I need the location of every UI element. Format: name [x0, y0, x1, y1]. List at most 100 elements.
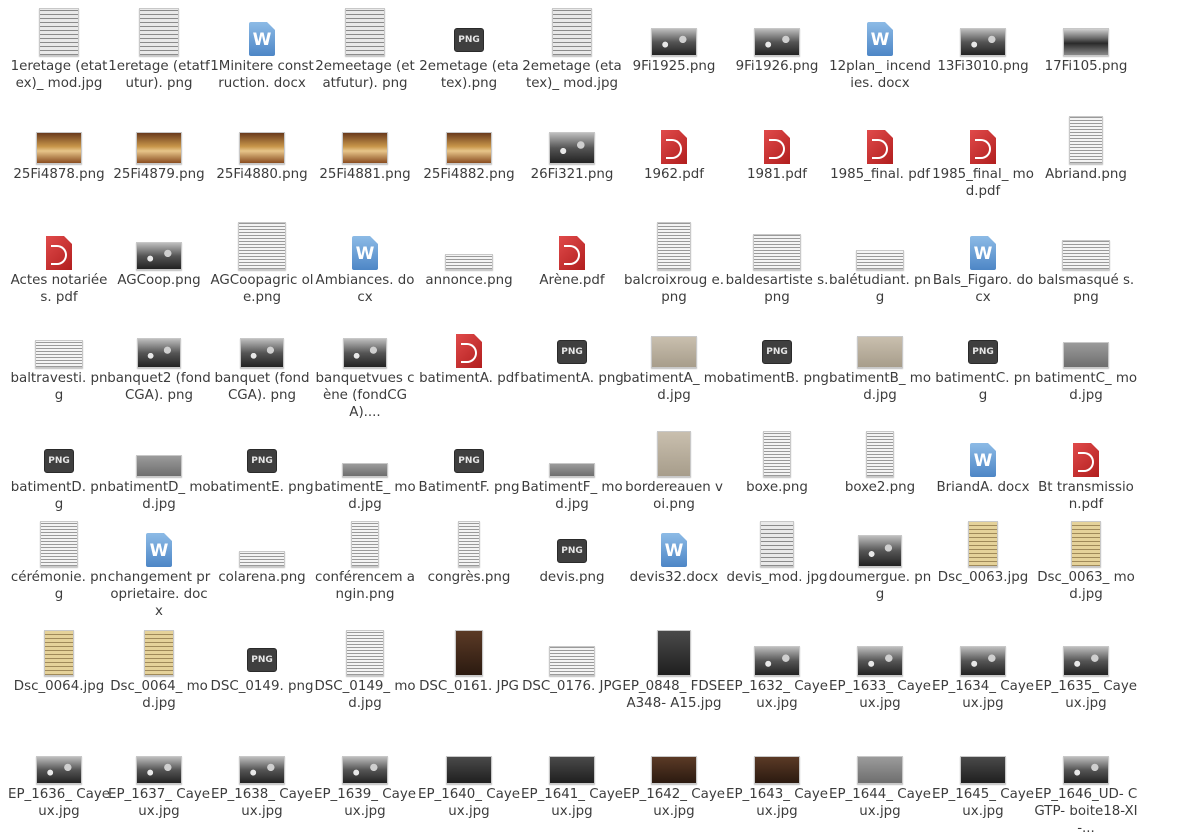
- file-item[interactable]: balsmasqué s.png: [1034, 220, 1138, 306]
- file-item[interactable]: 1985_final. pdf: [828, 114, 932, 183]
- file-item[interactable]: W 12plan_ incendies. docx: [828, 6, 932, 92]
- file-icon-container: W: [210, 6, 314, 56]
- file-item[interactable]: EP_1637_ Cayeux.jpg: [107, 734, 211, 820]
- pdf-file-icon: [867, 130, 893, 164]
- file-item[interactable]: 25Fi4880.png: [210, 114, 314, 183]
- file-item[interactable]: 25Fi4882.png: [417, 114, 521, 183]
- file-icon-container: W: [931, 220, 1035, 270]
- file-item[interactable]: annonce.png: [417, 220, 521, 289]
- file-item[interactable]: 25Fi4879.png: [107, 114, 211, 183]
- file-icon-container: [313, 318, 417, 368]
- file-item[interactable]: 1985_final_ mod.pdf: [931, 114, 1035, 200]
- file-item[interactable]: boxe.png: [725, 427, 829, 496]
- file-icon-container: [1034, 114, 1138, 164]
- file-item[interactable]: EP_1636_ Cayeux.jpg: [7, 734, 111, 820]
- image-thumbnail-icon: [342, 756, 388, 784]
- file-item[interactable]: BatimentF_ mod.jpg: [520, 427, 624, 513]
- file-item[interactable]: 1eretage (etatex)_ mod.jpg: [7, 6, 111, 92]
- file-item[interactable]: W BriandA. docx: [931, 427, 1035, 496]
- file-item[interactable]: PNG devis.png: [520, 517, 624, 586]
- file-item[interactable]: 13Fi3010.png: [931, 6, 1035, 75]
- file-item[interactable]: batimentD_ mod.jpg: [107, 427, 211, 513]
- file-item[interactable]: Wdevis32.docx: [622, 517, 726, 586]
- file-item[interactable]: 25Fi4878.png: [7, 114, 111, 183]
- file-item[interactable]: PNG BatimentF. png: [417, 427, 521, 496]
- file-item[interactable]: AGCoop.png: [107, 220, 211, 289]
- file-item[interactable]: EP_1638_ Cayeux.jpg: [210, 734, 314, 820]
- file-item[interactable]: EP_1635_ Cayeux.jpg: [1034, 626, 1138, 712]
- file-item[interactable]: bordereauen voi.png: [622, 427, 726, 513]
- file-item[interactable]: 17Fi105.png: [1034, 6, 1138, 75]
- file-item[interactable]: 1981.pdf: [725, 114, 829, 183]
- file-item[interactable]: balcroixroug e.png: [622, 220, 726, 306]
- file-item[interactable]: balétudiant. png: [828, 220, 932, 306]
- file-item[interactable]: colarena.png: [210, 517, 314, 586]
- file-item[interactable]: 2emetage (etatex)_ mod.jpg: [520, 6, 624, 92]
- file-name-label: 25Fi4880.png: [216, 167, 308, 182]
- image-thumbnail-icon: [139, 8, 179, 56]
- file-item[interactable]: 9Fi1925.png: [622, 6, 726, 75]
- file-item[interactable]: batimentB_ mod.jpg: [828, 318, 932, 404]
- file-item[interactable]: banquet (fondCGA). png: [210, 318, 314, 404]
- file-item[interactable]: Dsc_0064_ mod.jpg: [107, 626, 211, 712]
- file-item[interactable]: EP_1633_ Cayeux.jpg: [828, 626, 932, 712]
- file-item[interactable]: W Bals_Figaro. docx: [931, 220, 1035, 306]
- file-item[interactable]: AGCoopagric ole.png: [210, 220, 314, 306]
- file-item[interactable]: Wchangement proprietaire. docx: [107, 517, 211, 620]
- file-item[interactable]: PNG DSC_0149. png: [210, 626, 314, 695]
- file-item[interactable]: Bt transmissio n.pdf: [1034, 427, 1138, 513]
- file-item[interactable]: PNG 2emetage (etatex).png: [417, 6, 521, 92]
- file-item[interactable]: banquet2 (fondCGA). png: [107, 318, 211, 404]
- file-item[interactable]: 26Fi321.png: [520, 114, 624, 183]
- file-item[interactable]: EP_1646_UD- CGTP- boite18-XI-...: [1034, 734, 1138, 837]
- file-item[interactable]: devis_mod. jpg: [725, 517, 829, 586]
- file-item[interactable]: banquetvues cène (fondCGA)....: [313, 318, 417, 421]
- file-item[interactable]: conférencem angin.png: [313, 517, 417, 603]
- file-item[interactable]: cérémonie. png: [7, 517, 111, 603]
- file-item[interactable]: PNG batimentB. png: [725, 318, 829, 387]
- file-item[interactable]: EP_0848_ FDSEA348- A15.jpg: [622, 626, 726, 712]
- file-item[interactable]: EP_1642_ Cayeux.jpg: [622, 734, 726, 820]
- file-item[interactable]: PNG batimentA. png: [520, 318, 624, 387]
- file-item[interactable]: EP_1644_ Cayeux.jpg: [828, 734, 932, 820]
- file-item[interactable]: 1eretage (etatfutur). png: [107, 6, 211, 92]
- file-item[interactable]: EP_1643_ Cayeux.jpg: [725, 734, 829, 820]
- file-item[interactable]: DSC_0161. JPG: [417, 626, 521, 695]
- file-item[interactable]: Dsc_0064.jpg: [7, 626, 111, 695]
- file-item[interactable]: DSC_0149_ mod.jpg: [313, 626, 417, 712]
- file-item[interactable]: doumergue. png: [828, 517, 932, 603]
- file-item[interactable]: baldesartiste s.png: [725, 220, 829, 306]
- file-icon-container: [107, 114, 211, 164]
- file-item[interactable]: EP_1640_ Cayeux.jpg: [417, 734, 521, 820]
- image-thumbnail-icon: [857, 756, 903, 784]
- file-item[interactable]: batimentC_ mod.jpg: [1034, 318, 1138, 404]
- file-item[interactable]: EP_1645_ Cayeux.jpg: [931, 734, 1035, 820]
- file-item[interactable]: Abriand.png: [1034, 114, 1138, 183]
- file-item[interactable]: PNG batimentC. png: [931, 318, 1035, 404]
- file-name-label: 1eretage (etatfutur). png: [108, 59, 210, 91]
- file-item[interactable]: EP_1639_ Cayeux.jpg: [313, 734, 417, 820]
- file-item[interactable]: EP_1641_ Cayeux.jpg: [520, 734, 624, 820]
- file-item[interactable]: EP_1634_ Cayeux.jpg: [931, 626, 1035, 712]
- file-item[interactable]: batimentA_ mod.jpg: [622, 318, 726, 404]
- file-item[interactable]: 25Fi4881.png: [313, 114, 417, 183]
- file-item[interactable]: 9Fi1926.png: [725, 6, 829, 75]
- image-thumbnail-icon: [1063, 28, 1109, 56]
- file-item[interactable]: baltravesti. png: [7, 318, 111, 404]
- file-item[interactable]: Actes notariées. pdf: [7, 220, 111, 306]
- file-item[interactable]: PNG batimentE. png: [210, 427, 314, 496]
- file-item[interactable]: Dsc_0063.jpg: [931, 517, 1035, 586]
- file-item[interactable]: batimentE_ mod.jpg: [313, 427, 417, 513]
- file-item[interactable]: PNG batimentD. png: [7, 427, 111, 513]
- file-item[interactable]: Arène.pdf: [520, 220, 624, 289]
- file-item[interactable]: boxe2.png: [828, 427, 932, 496]
- file-item[interactable]: congrès.png: [417, 517, 521, 586]
- file-item[interactable]: batimentA. pdf: [417, 318, 521, 387]
- file-item[interactable]: 1962.pdf: [622, 114, 726, 183]
- file-item[interactable]: W Ambiances. docx: [313, 220, 417, 306]
- file-item[interactable]: EP_1632_ Cayeux.jpg: [725, 626, 829, 712]
- file-item[interactable]: 2emeetage (etatfutur). png: [313, 6, 417, 92]
- file-item[interactable]: W 1Minitere construction. docx: [210, 6, 314, 92]
- file-item[interactable]: DSC_0176. JPG: [520, 626, 624, 695]
- file-item[interactable]: Dsc_0063_ mod.jpg: [1034, 517, 1138, 603]
